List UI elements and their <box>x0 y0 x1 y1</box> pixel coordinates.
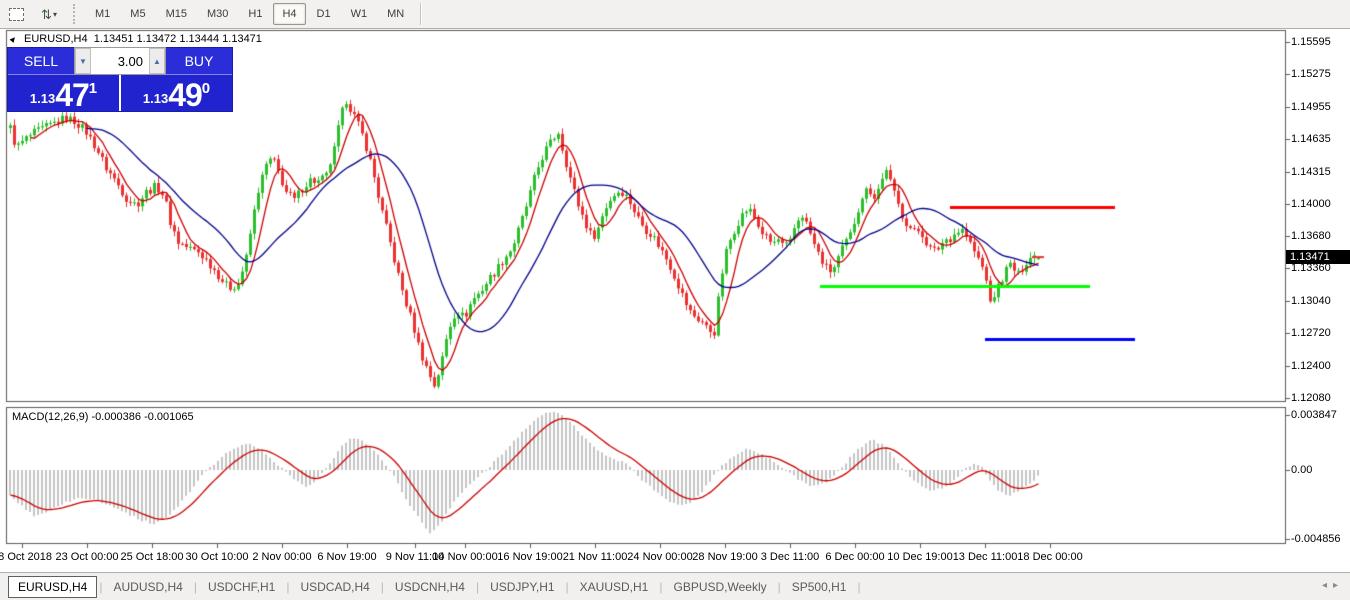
timeframe-button-d1[interactable]: D1 <box>308 3 340 25</box>
dashed-rect-icon <box>9 8 24 21</box>
volume-decrease-button[interactable]: ▼ <box>75 48 91 74</box>
macd-axis-label: 0.00 <box>1291 464 1312 476</box>
macd-axis-label: -0.004856 <box>1291 533 1341 545</box>
tab-scroll-arrows[interactable]: ◂▸ <box>1322 580 1344 591</box>
chart-title: EURUSD,H4 1.13451 1.13472 1.13444 1.1347… <box>24 33 262 45</box>
toolbar-grip <box>73 4 80 24</box>
macd-indicator-label: MACD(12,26,9) -0.000386 -0.001065 <box>12 411 194 423</box>
price-axis-label: 1.12080 <box>1291 392 1331 404</box>
timeframe-button-m30[interactable]: M30 <box>198 3 237 25</box>
sell-price[interactable]: 1.13 47 1 <box>8 75 121 111</box>
timeframe-button-mn[interactable]: MN <box>378 3 413 25</box>
price-axis-label: 1.14000 <box>1291 198 1331 210</box>
time-axis-label: 21 Nov 11:00 <box>563 551 628 563</box>
timeframe-button-w1[interactable]: W1 <box>342 3 377 25</box>
price-axis-label: 1.12720 <box>1291 327 1331 339</box>
chart-tab-eurusd[interactable]: EURUSD,H4 <box>8 576 97 598</box>
current-price-tag: 1.13471 <box>1286 250 1350 264</box>
buy-button[interactable]: BUY <box>166 48 232 74</box>
timeframe-button-h4[interactable]: H4 <box>273 3 305 25</box>
price-axis-label: 1.12400 <box>1291 360 1331 372</box>
time-axis-label: 2 Nov 00:00 <box>252 551 311 563</box>
tab-scroll-left-icon[interactable]: ◂ <box>1322 580 1333 591</box>
timeframe-button-m15[interactable]: M15 <box>157 3 196 25</box>
chart-tab-usdchf[interactable]: USDCHF,H1 <box>199 577 284 597</box>
tab-separator: | <box>778 580 781 594</box>
sell-button[interactable]: SELL <box>8 48 74 74</box>
order-window-icon[interactable] <box>4 3 28 25</box>
macd-axis-label: 0.003847 <box>1291 409 1337 421</box>
sell-price-sup: 1 <box>89 80 97 97</box>
price-axis-label: 1.13040 <box>1291 295 1331 307</box>
timeframe-button-m1[interactable]: M1 <box>86 3 119 25</box>
tab-separator: | <box>659 580 662 594</box>
time-axis-label: 10 Dec 19:00 <box>887 551 952 563</box>
price-axis-label: 1.15595 <box>1291 36 1331 48</box>
trade-panel-top-row: SELL ▼ ▲ BUY <box>8 48 232 75</box>
chevron-down-icon: ▾ <box>53 10 57 19</box>
time-axis-label: 24 Nov 00:00 <box>627 551 692 563</box>
price-axis-label: 1.14955 <box>1291 101 1331 113</box>
volume-stepper: ▼ ▲ <box>74 47 166 75</box>
trade-panel-prices: 1.13 47 1 1.13 49 0 <box>8 75 232 111</box>
chart-tabbar: EURUSD,H4|AUDUSD,H4|USDCHF,H1|USDCAD,H4|… <box>0 572 1350 600</box>
tab-separator: | <box>857 580 860 594</box>
tick-arrows-icon[interactable]: ⇅ ▾ <box>32 3 66 25</box>
sell-price-small: 1.13 <box>30 91 55 106</box>
trading-terminal-window: ⇅ ▾ M1M5M15M30H1H4D1W1MN ▲ EURUSD,H4 1.1… <box>0 0 1350 600</box>
chart-tab-xauusd[interactable]: XAUUSD,H1 <box>571 577 658 597</box>
buy-price-sup: 0 <box>202 80 210 97</box>
chart-tab-usdcad[interactable]: USDCAD,H4 <box>291 577 378 597</box>
price-axis-label: 1.14315 <box>1291 166 1331 178</box>
price-axis-label: 1.15275 <box>1291 68 1331 80</box>
time-axis-label: 28 Nov 19:00 <box>692 551 757 563</box>
arrows-icon: ⇅ <box>41 8 52 21</box>
price-axis-label: 1.14635 <box>1291 133 1331 145</box>
tab-separator: | <box>381 580 384 594</box>
one-click-trade-panel: SELL ▼ ▲ BUY 1.13 47 1 1.13 49 0 <box>8 48 232 111</box>
time-axis-label: 14 Nov 00:00 <box>432 551 497 563</box>
tab-scroll-right-icon[interactable]: ▸ <box>1333 580 1344 591</box>
price-axis-label: 1.13360 <box>1291 262 1331 274</box>
tab-separator: | <box>476 580 479 594</box>
time-axis-label: 25 Oct 18:00 <box>121 551 184 563</box>
time-axis-label: 13 Dec 11:00 <box>953 551 1018 563</box>
volume-input[interactable] <box>91 48 149 74</box>
toolbar-separator <box>420 3 421 25</box>
timeframe-button-m5[interactable]: M5 <box>121 3 154 25</box>
tab-separator: | <box>99 580 102 594</box>
chart-tab-audusd[interactable]: AUDUSD,H4 <box>104 577 191 597</box>
time-axis-label: 30 Oct 10:00 <box>186 551 249 563</box>
time-axis-label: 18 Oct 2018 <box>0 551 52 563</box>
chart-tab-usdcnh[interactable]: USDCNH,H4 <box>386 577 474 597</box>
time-axis-label: 3 Dec 11:00 <box>761 551 820 563</box>
buy-price-big: 49 <box>168 82 202 109</box>
time-axis-label: 18 Dec 00:00 <box>1017 551 1082 563</box>
tab-separator: | <box>194 580 197 594</box>
buy-price[interactable]: 1.13 49 0 <box>121 75 232 111</box>
chart-tab-sp500[interactable]: SP500,H1 <box>783 577 856 597</box>
time-axis-label: 23 Oct 00:00 <box>56 551 119 563</box>
time-axis-label: 6 Nov 19:00 <box>317 551 376 563</box>
toolbar: ⇅ ▾ M1M5M15M30H1H4D1W1MN <box>0 0 1350 29</box>
buy-price-small: 1.13 <box>143 91 168 106</box>
tab-separator: | <box>286 580 289 594</box>
time-axis-label: 16 Nov 19:00 <box>497 551 562 563</box>
chart-symbol: EURUSD,H4 <box>24 33 88 45</box>
sell-price-big: 47 <box>55 82 89 109</box>
chart-ohlc: 1.13451 1.13472 1.13444 1.13471 <box>94 33 262 45</box>
chart-tab-gbpusd[interactable]: GBPUSD,Weekly <box>664 577 775 597</box>
volume-increase-button[interactable]: ▲ <box>149 48 165 74</box>
chart-tab-usdjpy[interactable]: USDJPY,H1 <box>481 577 563 597</box>
price-axis-label: 1.13680 <box>1291 230 1331 242</box>
tab-separator: | <box>566 580 569 594</box>
time-axis-label: 6 Dec 00:00 <box>825 551 884 563</box>
timeframe-button-h1[interactable]: H1 <box>239 3 271 25</box>
